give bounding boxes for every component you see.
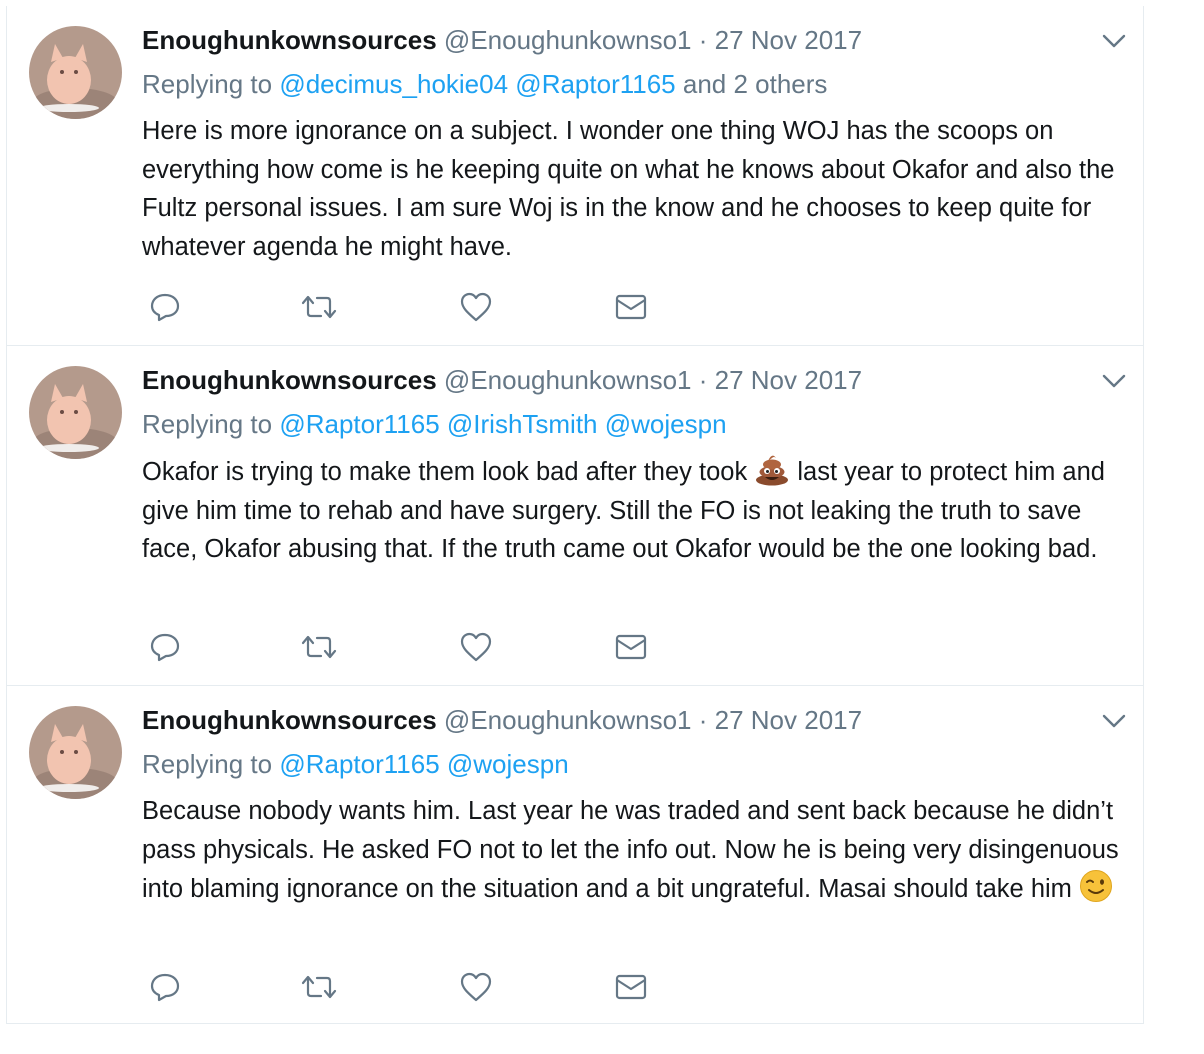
tweet-text-part: Because nobody wants him. Last year he w… bbox=[142, 797, 1119, 903]
replying-to-label: Replying to bbox=[142, 749, 273, 779]
tweet[interactable]: Enoughunkownsources @Enoughunkownso1 · 2… bbox=[7, 6, 1143, 346]
replying-to-label: Replying to bbox=[142, 69, 273, 99]
chevron-down-icon[interactable] bbox=[1100, 370, 1128, 392]
direct-message-icon[interactable] bbox=[613, 969, 649, 1005]
mention-link[interactable]: @Raptor1165 bbox=[515, 69, 675, 99]
like-icon[interactable] bbox=[458, 969, 494, 1005]
tweet-text: Here is more ignorance on a subject. I w… bbox=[142, 117, 1115, 261]
replying-to: Replying to @decimus_hokie04 @Raptor1165… bbox=[142, 68, 1132, 100]
tweet-content: Enoughunkownsources @Enoughunkownso1 · 2… bbox=[142, 702, 1132, 909]
mention-link[interactable]: @IrishTsmith bbox=[447, 409, 598, 439]
tweet-text: Because nobody wants him. Last year he w… bbox=[142, 792, 1132, 909]
mention-link[interactable]: @Raptor1165 bbox=[279, 749, 439, 779]
timestamp[interactable]: 27 Nov 2017 bbox=[715, 25, 862, 55]
replying-to-others[interactable]: and 2 others bbox=[683, 69, 828, 99]
tweet-header: Enoughunkownsources @Enoughunkownso1 · 2… bbox=[142, 22, 1132, 58]
replying-to: Replying to @Raptor1165 @IrishTsmith @wo… bbox=[142, 408, 1132, 440]
tweet-text-part: Okafor is trying to make them look bad a… bbox=[142, 458, 748, 486]
tweet-header: Enoughunkownsources @Enoughunkownso1 · 2… bbox=[142, 702, 1132, 738]
chevron-down-icon[interactable] bbox=[1100, 30, 1128, 52]
author-name[interactable]: Enoughunkownsources bbox=[142, 705, 437, 735]
mention-link[interactable]: @decimus_hokie04 bbox=[279, 69, 508, 99]
retweet-icon[interactable] bbox=[301, 969, 337, 1005]
tweet-content: Enoughunkownsources @Enoughunkownso1 · 2… bbox=[142, 362, 1132, 569]
tweet-header: Enoughunkownsources @Enoughunkownso1 · 2… bbox=[142, 362, 1132, 398]
mention-link[interactable]: @wojespn bbox=[447, 749, 569, 779]
author-name[interactable]: Enoughunkownsources bbox=[142, 25, 437, 55]
reply-icon[interactable] bbox=[147, 289, 183, 325]
tweet-text: Okafor is trying to make them look bad a… bbox=[142, 452, 1132, 569]
mention-link[interactable]: @Raptor1165 bbox=[279, 409, 439, 439]
direct-message-icon[interactable] bbox=[613, 629, 649, 665]
replying-to-label: Replying to bbox=[142, 409, 273, 439]
separator: · bbox=[698, 365, 708, 395]
separator: · bbox=[698, 705, 708, 735]
tweet[interactable]: Enoughunkownsources @Enoughunkownso1 · 2… bbox=[7, 346, 1143, 686]
reply-icon[interactable] bbox=[147, 969, 183, 1005]
winking-face-emoji bbox=[1080, 870, 1113, 902]
author-name[interactable]: Enoughunkownsources bbox=[142, 365, 437, 395]
like-icon[interactable] bbox=[458, 629, 494, 665]
avatar[interactable] bbox=[29, 706, 122, 799]
avatar[interactable] bbox=[29, 26, 122, 119]
timestamp[interactable]: 27 Nov 2017 bbox=[715, 705, 862, 735]
retweet-icon[interactable] bbox=[301, 289, 337, 325]
direct-message-icon[interactable] bbox=[613, 289, 649, 325]
tweet-thread: Enoughunkownsources @Enoughunkownso1 · 2… bbox=[6, 6, 1144, 1024]
timestamp[interactable]: 27 Nov 2017 bbox=[715, 365, 862, 395]
retweet-icon[interactable] bbox=[301, 629, 337, 665]
tweet-content: Enoughunkownsources @Enoughunkownso1 · 2… bbox=[142, 22, 1132, 266]
chevron-down-icon[interactable] bbox=[1100, 710, 1128, 732]
avatar[interactable] bbox=[29, 366, 122, 459]
pile-of-poo-emoji bbox=[756, 455, 789, 486]
author-handle[interactable]: @Enoughunkownso1 bbox=[444, 25, 692, 55]
author-handle[interactable]: @Enoughunkownso1 bbox=[444, 365, 692, 395]
author-handle[interactable]: @Enoughunkownso1 bbox=[444, 705, 692, 735]
tweet[interactable]: Enoughunkownsources @Enoughunkownso1 · 2… bbox=[7, 686, 1143, 1024]
like-icon[interactable] bbox=[458, 289, 494, 325]
separator: · bbox=[698, 25, 708, 55]
replying-to: Replying to @Raptor1165 @wojespn bbox=[142, 748, 1132, 780]
mention-link[interactable]: @wojespn bbox=[605, 409, 727, 439]
reply-icon[interactable] bbox=[147, 629, 183, 665]
